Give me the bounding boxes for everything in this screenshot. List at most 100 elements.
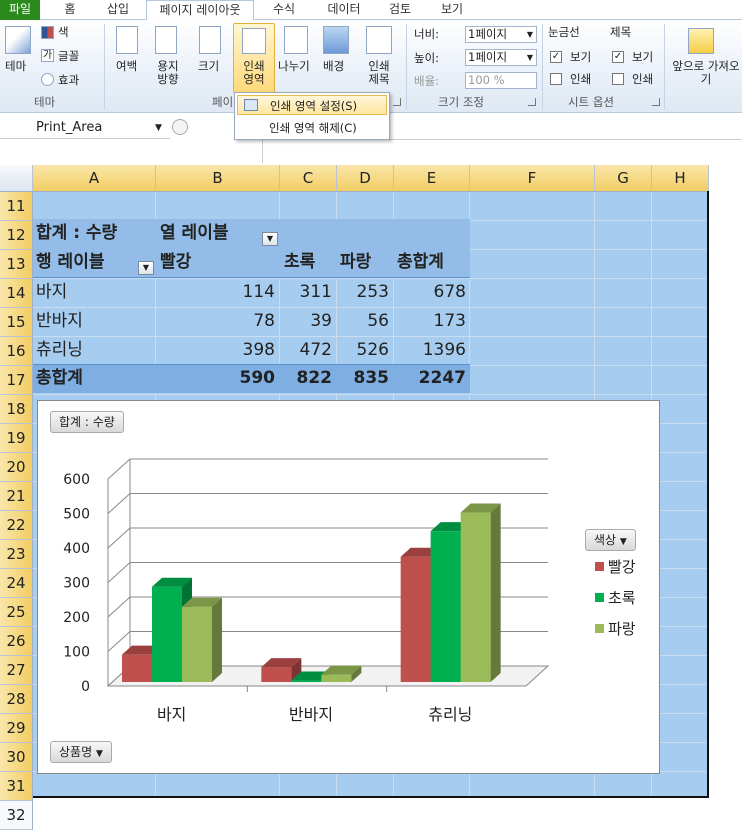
headings-heading: 제목 bbox=[610, 25, 632, 39]
themes-label: 테마 bbox=[5, 59, 27, 73]
tab-page-layout[interactable]: 페이지 레이아웃 bbox=[146, 0, 254, 21]
tab-formulas[interactable]: 수식 bbox=[262, 0, 306, 20]
row-header-13[interactable]: 13 bbox=[0, 250, 33, 279]
row-header-23[interactable]: 23 bbox=[0, 540, 33, 569]
headings-view-label: 보기 bbox=[632, 50, 654, 64]
background-label: 배경 bbox=[323, 59, 345, 73]
tab-home[interactable]: 홈 bbox=[52, 0, 88, 20]
column-header-f[interactable]: F bbox=[470, 165, 595, 192]
gridlines-print-checkbox[interactable] bbox=[550, 73, 562, 85]
column-header-c[interactable]: C bbox=[280, 165, 337, 192]
scale-width-select[interactable]: 1페이지 ▼ bbox=[465, 26, 537, 43]
column-header-e[interactable]: E bbox=[394, 165, 470, 192]
row-header-15[interactable]: 15 bbox=[0, 308, 33, 337]
row-header-31[interactable]: 31 bbox=[0, 772, 33, 801]
print-titles-label: 인쇄 제목 bbox=[368, 59, 390, 86]
print-area-button[interactable]: 인쇄 영역 bbox=[233, 23, 275, 93]
column-header-a[interactable]: A bbox=[33, 165, 156, 192]
background-image-icon bbox=[323, 26, 349, 54]
row-header-19[interactable]: 19 bbox=[0, 424, 33, 453]
row-header-29[interactable]: 29 bbox=[0, 714, 33, 743]
orientation-icon bbox=[155, 26, 177, 54]
menu-item-clear-print-area[interactable]: 인쇄 영역 해제(C) bbox=[237, 118, 387, 138]
bring-forward-label: 앞으로 가져오기 bbox=[672, 59, 740, 86]
row-header-16[interactable]: 16 bbox=[0, 337, 33, 366]
scale-height-select[interactable]: 1페이지 ▼ bbox=[465, 49, 537, 66]
row-header-11[interactable]: 11 bbox=[0, 192, 33, 221]
group-label-scale: 크기 조정 bbox=[438, 95, 484, 109]
print-titles-icon bbox=[366, 26, 392, 54]
select-all-corner[interactable] bbox=[0, 165, 33, 192]
fonts-icon: 가 bbox=[41, 49, 54, 62]
print-area-label: 인쇄 영역 bbox=[243, 59, 265, 86]
size-icon bbox=[199, 26, 221, 54]
row-header-12[interactable]: 12 bbox=[0, 221, 33, 250]
tab-data[interactable]: 데이터 bbox=[318, 0, 370, 20]
set-print-area-icon bbox=[244, 99, 258, 111]
headings-print-label: 인쇄 bbox=[632, 72, 654, 86]
colors-icon bbox=[41, 26, 54, 39]
scale-percent-input[interactable]: 100 % bbox=[465, 72, 537, 89]
column-header-b[interactable]: B bbox=[156, 165, 280, 192]
formula-bar-resize-handle[interactable] bbox=[172, 119, 188, 135]
gridlines-view-label: 보기 bbox=[570, 50, 592, 64]
column-header-h[interactable]: H bbox=[652, 165, 709, 192]
group-separator bbox=[104, 24, 105, 110]
row-header-17[interactable]: 17 bbox=[0, 366, 33, 395]
group-label-sheet-options: 시트 옵션 bbox=[568, 95, 614, 109]
print-area-menu: 인쇄 영역 설정(S) 인쇄 영역 해제(C) bbox=[234, 92, 390, 140]
scale-height-label: 높이: bbox=[414, 51, 440, 65]
column-header-g[interactable]: G bbox=[595, 165, 652, 192]
row-header-27[interactable]: 27 bbox=[0, 656, 33, 685]
tab-file[interactable]: 파일 bbox=[0, 0, 40, 20]
row-header-22[interactable]: 22 bbox=[0, 511, 33, 540]
breaks-icon bbox=[284, 26, 308, 54]
theme-colors-label: 색 bbox=[58, 25, 69, 39]
breaks-label: 나누기 bbox=[278, 59, 310, 73]
row-header-24[interactable]: 24 bbox=[0, 569, 33, 598]
group-separator bbox=[406, 24, 407, 110]
themes-icon bbox=[5, 26, 31, 54]
group-separator bbox=[542, 24, 543, 110]
row-header-25[interactable]: 25 bbox=[0, 598, 33, 627]
name-box[interactable]: Print_Area ▼ bbox=[0, 117, 170, 139]
theme-fonts-label: 글꼴 bbox=[58, 49, 80, 63]
row-header-26[interactable]: 26 bbox=[0, 627, 33, 656]
group-separator bbox=[664, 24, 665, 110]
row-header-14[interactable]: 14 bbox=[0, 279, 33, 308]
group-label-themes: 테마 bbox=[34, 95, 56, 109]
tab-insert[interactable]: 삽입 bbox=[96, 0, 140, 20]
effects-icon bbox=[41, 73, 54, 86]
headings-view-checkbox[interactable]: ✓ bbox=[612, 51, 624, 63]
tab-view[interactable]: 보기 bbox=[432, 0, 472, 20]
headings-print-checkbox[interactable] bbox=[612, 73, 624, 85]
menu-item-set-print-area[interactable]: 인쇄 영역 설정(S) bbox=[237, 95, 387, 115]
scale-width-label: 너비: bbox=[414, 27, 440, 41]
page-setup-launcher-icon[interactable] bbox=[393, 98, 401, 106]
printer-icon bbox=[242, 28, 266, 54]
gridlines-print-label: 인쇄 bbox=[570, 72, 592, 86]
row-header-28[interactable]: 28 bbox=[0, 685, 33, 714]
row-header-21[interactable]: 21 bbox=[0, 482, 33, 511]
size-label: 크기 bbox=[198, 59, 220, 73]
row-header-18[interactable]: 18 bbox=[0, 395, 33, 424]
worksheet-grid: ABCDEFGH 11 12 13 14 15 16 17 18 19 20 21 22 23 24 25 2… bbox=[0, 165, 742, 830]
column-header-d[interactable]: D bbox=[337, 165, 394, 192]
tab-review[interactable]: 검토 bbox=[380, 0, 420, 20]
cell-area[interactable]: 합계 : 수량 열 레이블 ▼ 행 레이블 ▼ 빨강 초록 파랑 총합계 바지 1… bbox=[33, 191, 742, 828]
theme-effects-label: 효과 bbox=[58, 73, 80, 87]
formula-input[interactable] bbox=[262, 139, 742, 163]
margins-icon bbox=[116, 26, 138, 54]
margins-label: 여백 bbox=[116, 59, 138, 73]
gridlines-heading: 눈금선 bbox=[548, 25, 580, 39]
ribbon-tab-bar: 파일 홈 삽입 페이지 레이아웃 수식 데이터 검토 보기 bbox=[0, 0, 742, 21]
name-box-dropdown-icon[interactable]: ▼ bbox=[155, 117, 162, 139]
sheet-options-launcher-icon[interactable] bbox=[652, 98, 660, 106]
scale-launcher-icon[interactable] bbox=[528, 98, 536, 106]
gridlines-view-checkbox[interactable]: ✓ bbox=[550, 51, 562, 63]
print-area-border bbox=[33, 191, 709, 798]
row-header-20[interactable]: 20 bbox=[0, 453, 33, 482]
orientation-label: 용지 방향 bbox=[157, 59, 179, 86]
row-header-32[interactable]: 32 bbox=[0, 801, 33, 830]
row-header-30[interactable]: 30 bbox=[0, 743, 33, 772]
